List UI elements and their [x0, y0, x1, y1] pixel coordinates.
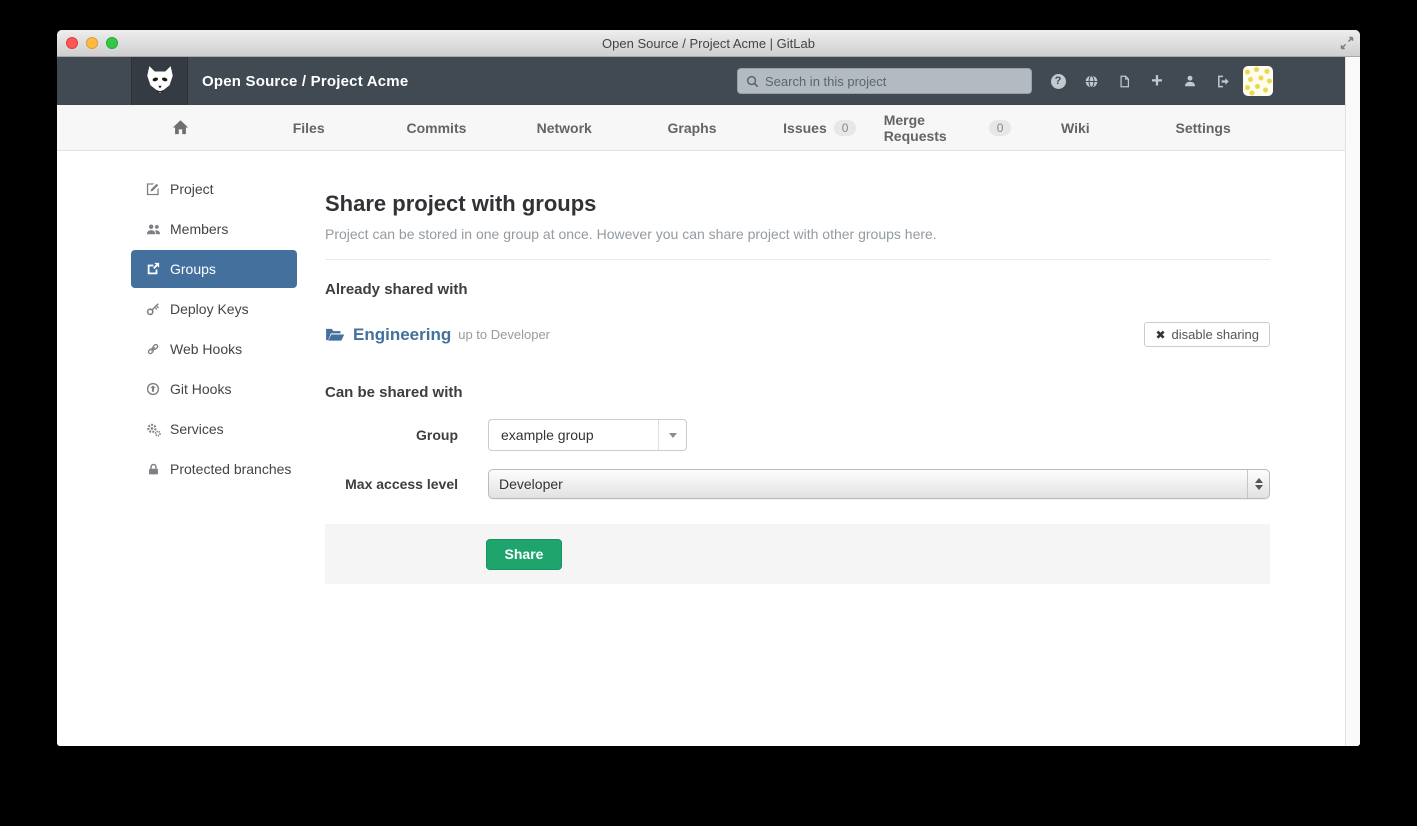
header-project-title: Open Source / Project Acme	[202, 57, 408, 105]
tab-issues[interactable]: Issues 0	[756, 105, 884, 150]
settings-sidebar: Project Members Groups Deploy Keys	[131, 170, 297, 490]
logout-icon[interactable]	[1215, 73, 1231, 89]
window-title: Open Source / Project Acme | GitLab	[602, 36, 815, 51]
folder-open-icon	[325, 327, 345, 343]
project-nav: Files Commits Network Graphs Issues 0 Mer…	[57, 105, 1345, 151]
sidebar-item-services[interactable]: Services	[131, 410, 297, 448]
tab-label: Network	[537, 120, 592, 136]
tab-label: Files	[293, 120, 325, 136]
help-icon[interactable]: ?	[1050, 73, 1066, 89]
tab-graphs[interactable]: Graphs	[628, 105, 756, 150]
max-access-select[interactable]: Developer	[488, 469, 1270, 499]
sidebar-item-label: Project	[170, 181, 214, 197]
app-header: Open Source / Project Acme ? +	[57, 57, 1345, 105]
sidebar-item-label: Deploy Keys	[170, 301, 249, 317]
tab-label: Graphs	[668, 120, 717, 136]
sidebar-item-label: Services	[170, 421, 224, 437]
user-avatar[interactable]	[1243, 66, 1273, 96]
max-access-select-value: Developer	[489, 476, 1247, 492]
tab-label: Settings	[1176, 120, 1231, 136]
chevron-down-icon	[658, 420, 686, 450]
max-access-label: Max access level	[325, 476, 458, 492]
traffic-lights	[66, 37, 118, 49]
window-titlebar: Open Source / Project Acme | GitLab	[57, 30, 1360, 57]
gears-icon	[145, 422, 161, 437]
tab-label: Wiki	[1061, 120, 1090, 136]
gitlab-logo[interactable]	[131, 57, 188, 105]
search-box[interactable]	[737, 68, 1032, 94]
arrow-circle-up-icon	[145, 382, 161, 396]
sidebar-item-project[interactable]: Project	[131, 170, 297, 208]
share-icon	[145, 262, 161, 276]
link-icon	[145, 342, 161, 356]
sidebar-item-groups[interactable]: Groups	[131, 250, 297, 288]
page-title: Share project with groups	[325, 191, 1270, 217]
divider	[325, 259, 1270, 260]
tab-settings[interactable]: Settings	[1139, 105, 1267, 150]
tab-label: Issues	[783, 120, 827, 136]
main-content: Share project with groups Project can be…	[325, 151, 1270, 584]
tab-home[interactable]	[117, 105, 245, 150]
tab-label: Commits	[407, 120, 467, 136]
tab-commits[interactable]: Commits	[373, 105, 501, 150]
search-icon	[746, 75, 759, 88]
merge-requests-count-badge: 0	[989, 120, 1012, 136]
key-icon	[145, 302, 161, 316]
sidebar-item-deploy-keys[interactable]: Deploy Keys	[131, 290, 297, 328]
close-window-button[interactable]	[66, 37, 78, 49]
new-project-icon[interactable]: +	[1149, 73, 1165, 89]
already-shared-heading: Already shared with	[325, 281, 1270, 298]
users-icon	[145, 222, 161, 237]
browser-window: Open Source / Project Acme | GitLab Open…	[57, 30, 1360, 746]
pencil-square-icon	[145, 182, 161, 196]
search-input[interactable]	[765, 74, 1005, 89]
select-spinner-icon	[1247, 470, 1269, 498]
group-label: Group	[325, 427, 458, 443]
tab-wiki[interactable]: Wiki	[1011, 105, 1139, 150]
sidebar-item-web-hooks[interactable]: Web Hooks	[131, 330, 297, 368]
issues-count-badge: 0	[834, 120, 857, 136]
tab-merge-requests[interactable]: Merge Requests 0	[884, 105, 1012, 150]
shared-group-row: Engineering up to Developer ✖ disable sh…	[325, 322, 1270, 347]
tab-label: Merge Requests	[884, 112, 982, 144]
profile-icon[interactable]	[1182, 73, 1198, 89]
x-icon: ✖	[1155, 328, 1165, 342]
sidebar-item-label: Members	[170, 221, 228, 237]
resize-icon[interactable]	[1340, 36, 1354, 55]
sidebar-item-label: Groups	[170, 261, 216, 277]
minimize-window-button[interactable]	[86, 37, 98, 49]
group-select-value: example group	[489, 427, 658, 443]
page-description: Project can be stored in one group at on…	[325, 226, 1270, 242]
browser-scrollbar[interactable]	[1345, 57, 1360, 746]
share-button[interactable]: Share	[486, 539, 562, 570]
header-icons: ? +	[1050, 57, 1231, 105]
disable-sharing-button[interactable]: ✖ disable sharing	[1144, 322, 1270, 347]
sidebar-item-git-hooks[interactable]: Git Hooks	[131, 370, 297, 408]
home-icon	[172, 119, 189, 136]
sidebar-item-members[interactable]: Members	[131, 210, 297, 248]
sidebar-item-protected-branches[interactable]: Protected branches	[131, 450, 297, 488]
zoom-window-button[interactable]	[106, 37, 118, 49]
group-select[interactable]: example group	[488, 419, 687, 451]
tab-network[interactable]: Network	[500, 105, 628, 150]
snippets-icon[interactable]	[1116, 73, 1132, 89]
form-actions: Share	[325, 524, 1270, 584]
disable-sharing-label: disable sharing	[1172, 327, 1259, 342]
tab-files[interactable]: Files	[245, 105, 373, 150]
sidebar-item-label: Web Hooks	[170, 341, 242, 357]
max-access-form-row: Max access level Developer	[325, 469, 1270, 499]
sidebar-item-label: Protected branches	[170, 461, 291, 477]
shared-group-link[interactable]: Engineering	[353, 325, 451, 345]
globe-icon[interactable]	[1083, 73, 1099, 89]
sidebar-item-label: Git Hooks	[170, 381, 231, 397]
shared-access-note: up to Developer	[458, 327, 550, 342]
gitlab-fox-icon	[143, 64, 177, 98]
lock-icon	[145, 463, 161, 476]
can-be-shared-heading: Can be shared with	[325, 384, 1270, 401]
group-form-row: Group example group	[325, 419, 1270, 451]
